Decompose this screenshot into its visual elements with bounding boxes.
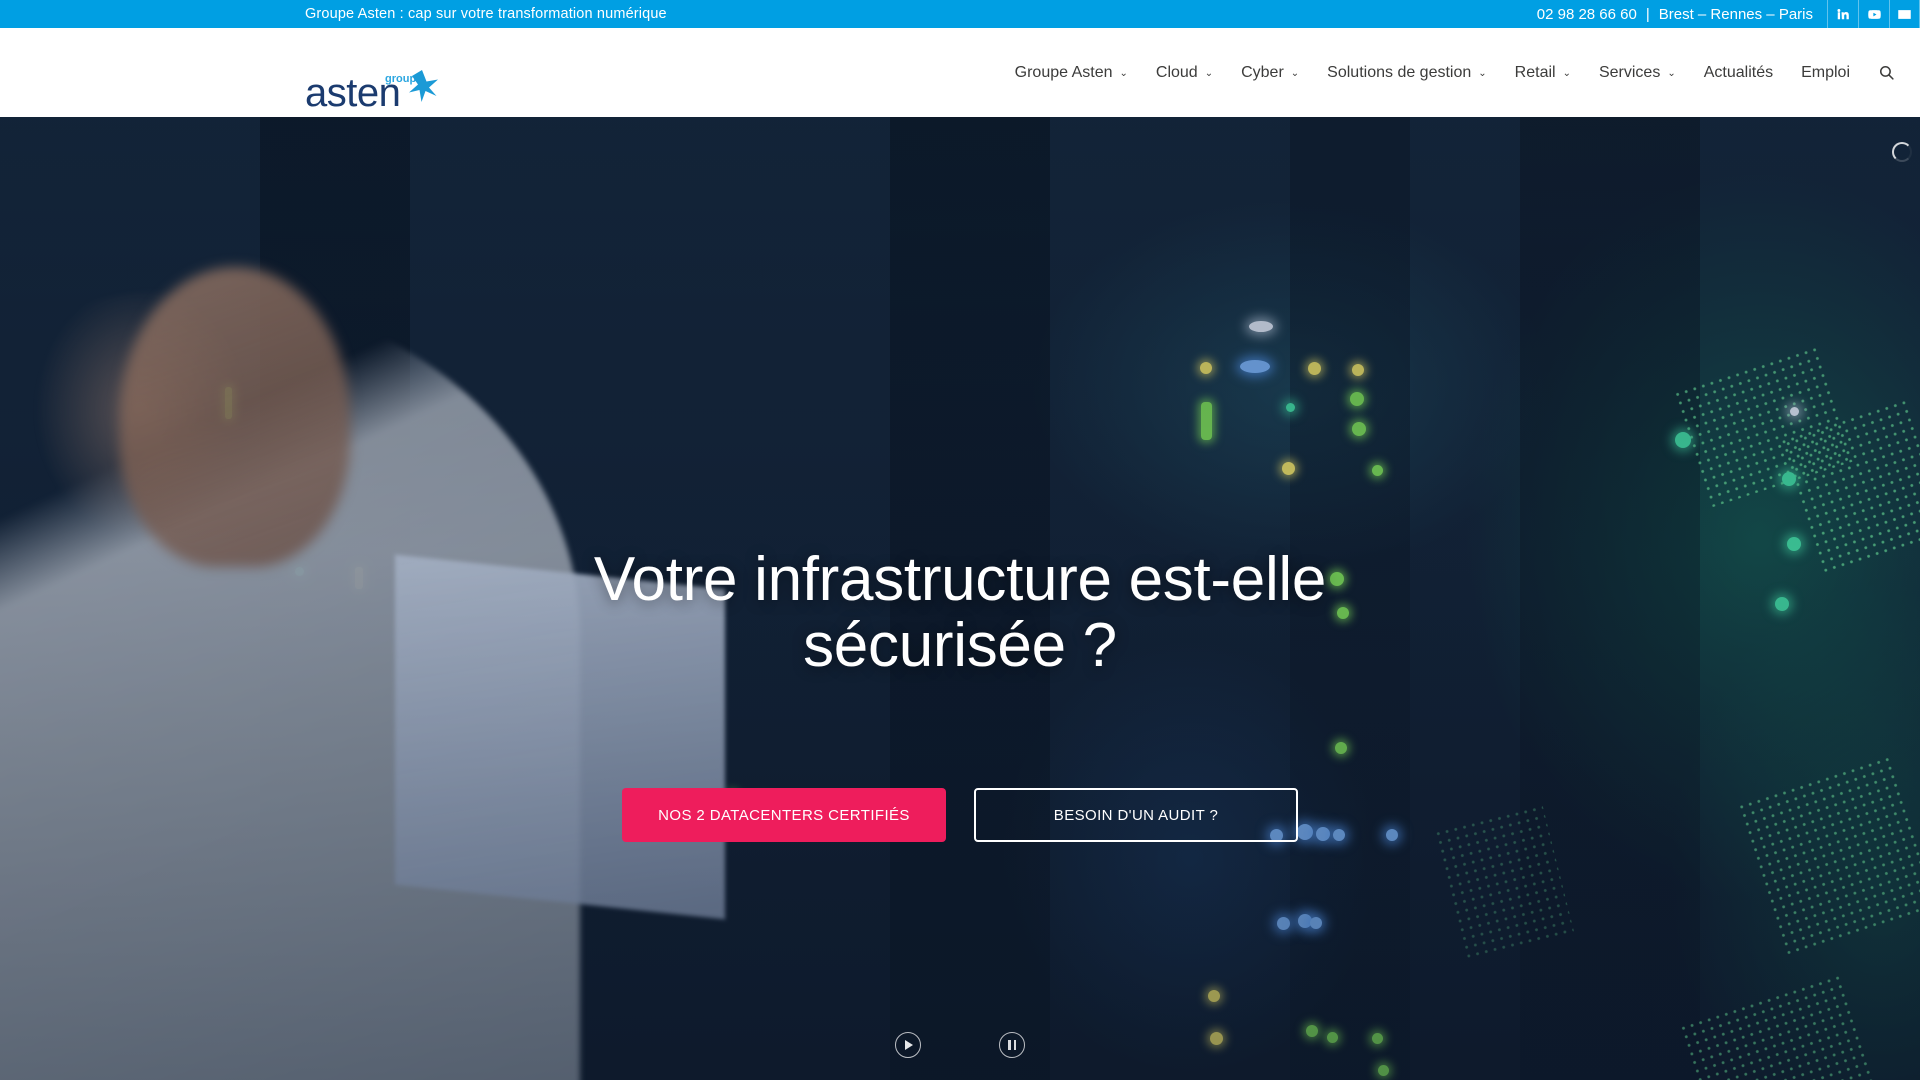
nav-label: Cloud (1155, 64, 1198, 81)
nav-item-retail[interactable]: Retail ⌄ (1501, 28, 1585, 117)
hero-content: Votre infrastructure est-elle sécurisée … (0, 117, 1920, 1080)
locations-text: Brest – Rennes – Paris (1658, 5, 1813, 23)
nav-label: Retail (1514, 64, 1556, 81)
mail-icon[interactable] (1889, 0, 1920, 28)
linkedin-icon[interactable] (1827, 0, 1858, 28)
nav-item-groupe-asten[interactable]: Groupe Asten ⌄ (1001, 28, 1142, 117)
slider-controls (895, 1032, 1025, 1058)
site-logo[interactable]: asten groupe (305, 68, 445, 114)
play-icon (905, 1040, 913, 1050)
nav-item-cloud[interactable]: Cloud ⌄ (1142, 28, 1227, 117)
loading-spinner-icon (1892, 142, 1912, 162)
pause-button[interactable] (999, 1032, 1025, 1058)
nav-label: Groupe Asten (1014, 64, 1113, 81)
search-icon[interactable] (1864, 28, 1920, 117)
chevron-down-icon: ⌄ (1290, 68, 1300, 79)
nav-label: Services (1598, 64, 1661, 81)
chevron-down-icon: ⌄ (1119, 68, 1128, 79)
play-button[interactable] (895, 1032, 921, 1058)
tagline-text: Groupe Asten : cap sur votre transformat… (305, 6, 667, 22)
nav-item-actualites[interactable]: Actualités (1690, 28, 1787, 117)
nav-label: Actualités (1703, 64, 1774, 81)
top-utility-right: 02 98 28 66 60 | Brest – Rennes – Paris (1537, 0, 1920, 28)
site-header: asten groupe Groupe Asten ⌄ Cloud ⌄ Cybe… (0, 28, 1920, 117)
datacenters-cta-button[interactable]: NOS 2 DATACENTERS CERTIFIÉS (622, 788, 946, 843)
chevron-down-icon: ⌄ (1667, 68, 1676, 79)
chevron-down-icon: ⌄ (1562, 68, 1571, 79)
youtube-icon[interactable] (1858, 0, 1889, 28)
phone-link[interactable]: 02 98 28 66 60 (1537, 6, 1637, 23)
nav-item-cyber[interactable]: Cyber ⌄ (1227, 28, 1313, 117)
top-utility-bar: Groupe Asten : cap sur votre transformat… (0, 0, 1920, 28)
hero-slider: Votre infrastructure est-elle sécurisée … (0, 117, 1920, 1080)
nav-item-solutions-de-gestion[interactable]: Solutions de gestion ⌄ (1313, 28, 1501, 117)
nav-item-services[interactable]: Services ⌄ (1585, 28, 1690, 117)
topbar-separator: | (1645, 5, 1650, 23)
chevron-down-icon: ⌄ (1478, 68, 1487, 79)
hero-headline: Votre infrastructure est-elle sécurisée … (510, 547, 1410, 678)
nav-label: Emploi (1801, 64, 1850, 81)
pause-icon (1008, 1040, 1016, 1050)
main-navigation: Groupe Asten ⌄ Cloud ⌄ Cyber ⌄ Solutions… (1001, 28, 1920, 117)
hero-headline-line-1: Votre infrastructure est-elle (593, 545, 1327, 614)
audit-cta-button[interactable]: BESOIN D'UN AUDIT ? (974, 788, 1298, 843)
hero-headline-line-2: sécurisée ? (803, 610, 1117, 680)
nav-item-emploi[interactable]: Emploi (1787, 28, 1864, 117)
chevron-down-icon: ⌄ (1204, 68, 1214, 79)
nav-label: Solutions de gestion (1327, 64, 1472, 81)
nav-label: Cyber (1241, 64, 1284, 81)
hero-cta-group: NOS 2 DATACENTERS CERTIFIÉS BESOIN D'UN … (622, 788, 1298, 843)
